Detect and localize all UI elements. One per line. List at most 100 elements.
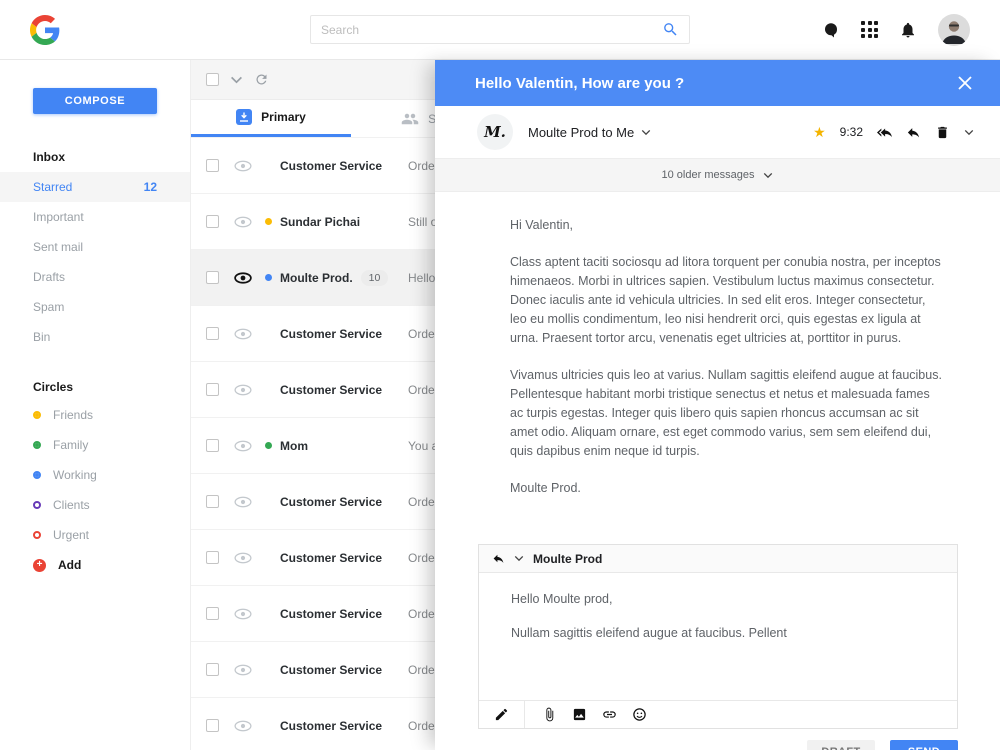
label-dot [265, 330, 272, 337]
row-checkbox[interactable] [206, 271, 219, 284]
circle-item-family[interactable]: Family [0, 430, 190, 460]
delete-icon[interactable] [935, 125, 950, 140]
reply-icon[interactable] [906, 125, 921, 140]
message-time: 9:32 [840, 125, 863, 139]
reply-type-chevron-icon[interactable] [514, 555, 524, 562]
sidebar-item-spam[interactable]: Spam [0, 292, 190, 322]
chevron-down-icon [641, 129, 651, 136]
star-icon[interactable]: ★ [813, 125, 826, 139]
more-chevron-icon[interactable] [964, 129, 974, 136]
read-status-eye-icon[interactable] [234, 720, 252, 732]
sender-name: Sundar Pichai [280, 215, 398, 229]
sender-name: Mom [280, 439, 398, 453]
emoji-icon[interactable] [632, 707, 647, 722]
row-checkbox[interactable] [206, 663, 219, 676]
compose-button[interactable]: COMPOSE [33, 88, 157, 114]
draft-button[interactable]: DRAFT [807, 740, 875, 750]
sidebar-item-starred[interactable]: Starred 12 [0, 172, 190, 202]
bell-icon[interactable] [899, 21, 917, 39]
sidebar-item-sent-mail[interactable]: Sent mail [0, 232, 190, 262]
row-checkbox[interactable] [206, 439, 219, 452]
paperclip-icon[interactable] [542, 707, 557, 722]
refresh-icon[interactable] [254, 72, 269, 87]
attachment-tools [525, 707, 647, 722]
label-dot [265, 386, 272, 393]
circle-item-working[interactable]: Working [0, 460, 190, 490]
social-tab-people-icon [401, 110, 419, 128]
label-dot [265, 498, 272, 505]
circle-item-clients[interactable]: Clients [0, 490, 190, 520]
read-status-eye-icon[interactable] [234, 664, 252, 676]
message-from[interactable]: Moulte Prod to Me [528, 125, 651, 140]
reply-all-icon[interactable] [877, 125, 892, 140]
read-status-eye-icon[interactable] [234, 552, 252, 564]
search-box [310, 15, 690, 44]
main-area: COMPOSE Inbox Starred 12 Important Sent … [0, 60, 1000, 750]
search-icon[interactable] [662, 21, 679, 38]
sidebar-item-bin[interactable]: Bin [0, 322, 190, 352]
sender-name: Customer Service [280, 663, 398, 677]
row-checkbox[interactable] [206, 159, 219, 172]
message-header: M. Moulte Prod to Me ★ 9:32 [435, 106, 1000, 158]
older-messages-toggle[interactable]: 10 older messages [435, 158, 1000, 192]
message-body: Hi Valentin, Class aptent taciti sociosq… [435, 192, 1000, 516]
reply-compose-box: Moulte Prod Hello Moulte prod, Nullam sa… [478, 544, 958, 729]
sidebar-item-drafts[interactable]: Drafts [0, 262, 190, 292]
reply-body-editor[interactable]: Hello Moulte prod, Nullam sagittis eleif… [479, 573, 957, 700]
read-status-eye-icon[interactable] [234, 608, 252, 620]
reply-buttons: DRAFT SEND [435, 740, 958, 750]
select-dropdown-chevron-icon[interactable] [230, 73, 243, 86]
apps-grid-icon[interactable] [861, 21, 878, 38]
read-status-eye-icon[interactable] [234, 328, 252, 340]
google-logo[interactable] [30, 15, 60, 45]
row-checkbox[interactable] [206, 495, 219, 508]
read-status-eye-icon[interactable] [234, 216, 252, 228]
row-checkbox[interactable] [206, 327, 219, 340]
sidebar-item-inbox[interactable]: Inbox [0, 142, 190, 172]
close-icon[interactable] [958, 76, 972, 90]
label-dot [265, 554, 272, 561]
image-icon[interactable] [572, 707, 587, 722]
sidebar-item-important[interactable]: Important [0, 202, 190, 232]
circle-item-add[interactable]: Add [0, 550, 190, 580]
sender-name: Customer Service [280, 719, 398, 733]
read-status-eye-icon[interactable] [234, 496, 252, 508]
link-icon[interactable] [602, 707, 617, 722]
chat-icon[interactable] [822, 21, 840, 39]
circle-item-friends[interactable]: Friends [0, 400, 190, 430]
select-all-checkbox[interactable] [206, 73, 219, 86]
send-button[interactable]: SEND [890, 740, 958, 750]
sender-name: Customer Service [280, 159, 398, 173]
read-status-eye-icon[interactable] [234, 160, 252, 172]
body-signature: Moulte Prod. [510, 479, 942, 498]
topbar-actions [822, 14, 970, 46]
row-checkbox[interactable] [206, 719, 219, 732]
pencil-icon[interactable] [494, 707, 509, 722]
conversation-header: Hello Valentin, How are you ? [435, 60, 1000, 106]
add-circle-icon [33, 559, 46, 572]
label-dot [265, 442, 272, 449]
read-status-eye-icon[interactable] [234, 384, 252, 396]
row-checkbox[interactable] [206, 215, 219, 228]
row-checkbox[interactable] [206, 551, 219, 564]
urgent-circle-icon [33, 531, 41, 539]
label-dot [265, 218, 272, 225]
user-avatar[interactable] [938, 14, 970, 46]
read-status-eye-icon[interactable] [234, 272, 252, 284]
reply-recipient: Moulte Prod [533, 552, 602, 566]
row-checkbox[interactable] [206, 607, 219, 620]
search-input[interactable] [321, 23, 662, 37]
row-checkbox[interactable] [206, 383, 219, 396]
primary-tab-icon [236, 109, 252, 125]
read-status-eye-icon[interactable] [234, 440, 252, 452]
sender-name: Customer Service [280, 327, 398, 341]
reply-icon[interactable] [492, 552, 505, 565]
chevron-down-icon [763, 172, 773, 179]
sender-name: Customer Service [280, 551, 398, 565]
sender-name: Customer Service [280, 495, 398, 509]
avatar-silhouette-icon [938, 14, 970, 46]
sender-name: Moulte Prod.10 [280, 270, 398, 286]
tab-primary[interactable]: Primary [191, 100, 351, 137]
circle-item-urgent[interactable]: Urgent [0, 520, 190, 550]
label-dot [265, 666, 272, 673]
